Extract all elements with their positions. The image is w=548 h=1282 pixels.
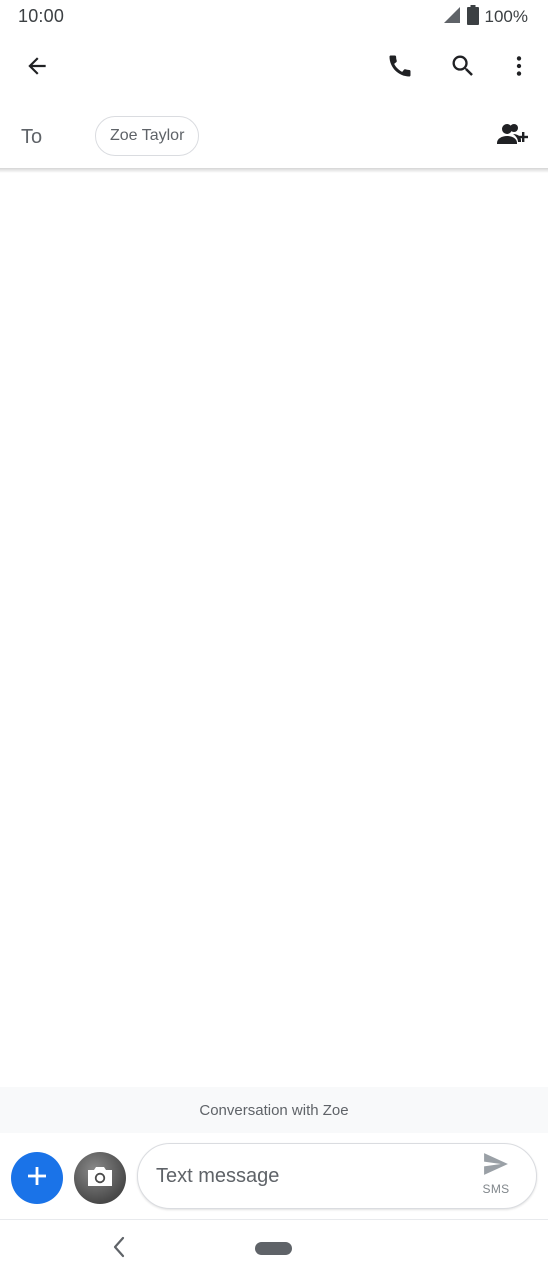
message-input[interactable] xyxy=(156,1144,456,1208)
recipient-chip[interactable]: Zoe Taylor xyxy=(95,116,200,156)
search-button[interactable] xyxy=(439,44,487,92)
plus-icon xyxy=(26,1165,48,1192)
attach-button[interactable] xyxy=(11,1152,63,1204)
app-bar xyxy=(0,34,548,102)
battery-percentage: 100% xyxy=(484,7,528,26)
add-person-icon xyxy=(496,121,529,152)
camera-icon xyxy=(85,1163,115,1194)
more-options-button[interactable] xyxy=(495,44,543,92)
call-button[interactable] xyxy=(376,44,424,92)
conversation-area xyxy=(0,173,548,1086)
conversation-banner-text: Conversation with Zoe xyxy=(199,1101,349,1119)
navigation-bar xyxy=(0,1220,548,1282)
battery-icon xyxy=(466,4,479,30)
search-icon xyxy=(449,52,477,85)
recipient-chip-label: Zoe Taylor xyxy=(110,127,185,144)
home-pill-button[interactable] xyxy=(255,1242,292,1255)
compose-bar: SMS xyxy=(0,1133,548,1219)
back-button[interactable] xyxy=(13,44,61,92)
status-bar: 10:00 100% xyxy=(0,0,548,34)
camera-button[interactable] xyxy=(74,1152,126,1204)
send-button[interactable]: SMS xyxy=(476,1152,516,1200)
conversation-banner: Conversation with Zoe xyxy=(0,1087,548,1133)
compose-box: SMS xyxy=(137,1143,537,1209)
more-vert-icon xyxy=(506,53,532,84)
phone-icon xyxy=(386,52,414,85)
status-time: 10:00 xyxy=(18,6,65,26)
send-type-label: SMS xyxy=(482,1182,510,1196)
messages-screen: 10:00 100% To Zoe Taylor Conversation wi… xyxy=(0,0,548,1282)
nav-back-button[interactable] xyxy=(104,1234,134,1264)
signal-icon xyxy=(443,6,461,29)
status-icons: 100% xyxy=(443,4,528,30)
send-icon xyxy=(483,1152,509,1181)
add-recipient-button[interactable] xyxy=(488,112,536,160)
to-label: To xyxy=(21,126,43,148)
back-arrow-icon xyxy=(24,53,50,84)
recipient-row: To Zoe Taylor xyxy=(0,102,548,169)
nav-back-icon xyxy=(111,1236,127,1263)
